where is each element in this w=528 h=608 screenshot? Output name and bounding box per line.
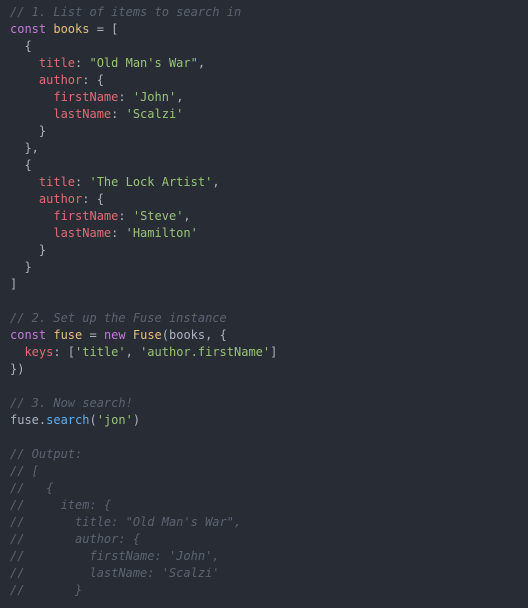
code-property: keys xyxy=(24,345,53,359)
code-string: 'Steve' xyxy=(133,209,184,223)
code-keyword: const xyxy=(10,22,46,36)
code-punct: : xyxy=(75,175,89,189)
code-punct: : xyxy=(111,107,125,121)
code-comment: // title: "Old Man's War", xyxy=(10,515,241,529)
code-punct: : xyxy=(111,226,125,240)
code-punct: : { xyxy=(82,73,104,87)
code-punct: = xyxy=(82,328,104,342)
code-punct: } xyxy=(10,243,46,257)
code-punct: = [ xyxy=(89,22,118,36)
code-comment: // item: { xyxy=(10,498,111,512)
code-punct: }) xyxy=(10,362,24,376)
code-identifier: books xyxy=(53,22,89,36)
code-punct: : xyxy=(118,209,132,223)
code-comment: // author: { xyxy=(10,532,140,546)
code-comment: // } xyxy=(10,583,82,597)
code-property: lastName xyxy=(53,107,111,121)
code-punct: ( xyxy=(89,413,96,427)
code-string: 'Hamilton' xyxy=(126,226,198,240)
code-punct: ) xyxy=(133,413,140,427)
code-property: firstName xyxy=(53,209,118,223)
code-punct: ] xyxy=(10,277,17,291)
code-comment: // Output: xyxy=(10,447,82,461)
code-identifier: fuse xyxy=(53,328,82,342)
code-string: "Old Man's War" xyxy=(89,56,197,70)
code-string: 'Scalzi' xyxy=(126,107,184,121)
code-property: author xyxy=(39,192,82,206)
code-function: search xyxy=(46,413,89,427)
code-punct: } xyxy=(10,124,46,138)
code-punct: , xyxy=(212,175,219,189)
code-comment: // [ xyxy=(10,464,39,478)
code-comment: // 3. Now search! xyxy=(10,396,133,410)
code-property: lastName xyxy=(53,226,111,240)
code-string: 'title' xyxy=(75,345,126,359)
code-punct: }, xyxy=(10,141,39,155)
code-comment: // lastName: 'Scalzi' xyxy=(10,566,220,580)
code-punct: fuse. xyxy=(10,413,46,427)
code-punct: : xyxy=(75,56,89,70)
code-string: 'author.firstName' xyxy=(140,345,270,359)
code-property: firstName xyxy=(53,90,118,104)
code-punct: ] xyxy=(270,345,277,359)
code-property: author xyxy=(39,73,82,87)
code-class: Fuse xyxy=(133,328,162,342)
code-punct: : { xyxy=(82,192,104,206)
code-punct: { xyxy=(10,39,32,53)
code-punct: } xyxy=(10,260,32,274)
code-punct: , xyxy=(183,209,190,223)
code-punct: : [ xyxy=(53,345,75,359)
code-string: 'The Lock Artist' xyxy=(89,175,212,189)
code-comment: // 2. Set up the Fuse instance xyxy=(10,311,227,325)
code-string: 'John' xyxy=(133,90,176,104)
code-comment: // { xyxy=(10,481,53,495)
code-punct: , xyxy=(176,90,183,104)
code-property: title xyxy=(39,175,75,189)
code-comment: // 1. List of items to search in xyxy=(10,5,241,19)
code-block: // 1. List of items to search in const b… xyxy=(0,0,528,599)
code-comment: // firstName: 'John', xyxy=(10,549,220,563)
code-punct: , xyxy=(126,345,140,359)
code-punct: { xyxy=(10,158,32,172)
code-property: title xyxy=(39,56,75,70)
code-keyword: const xyxy=(10,328,46,342)
code-keyword: new xyxy=(104,328,126,342)
code-punct: (books, { xyxy=(162,328,227,342)
code-punct: : xyxy=(118,90,132,104)
code-punct: , xyxy=(198,56,205,70)
code-string: 'jon' xyxy=(97,413,133,427)
